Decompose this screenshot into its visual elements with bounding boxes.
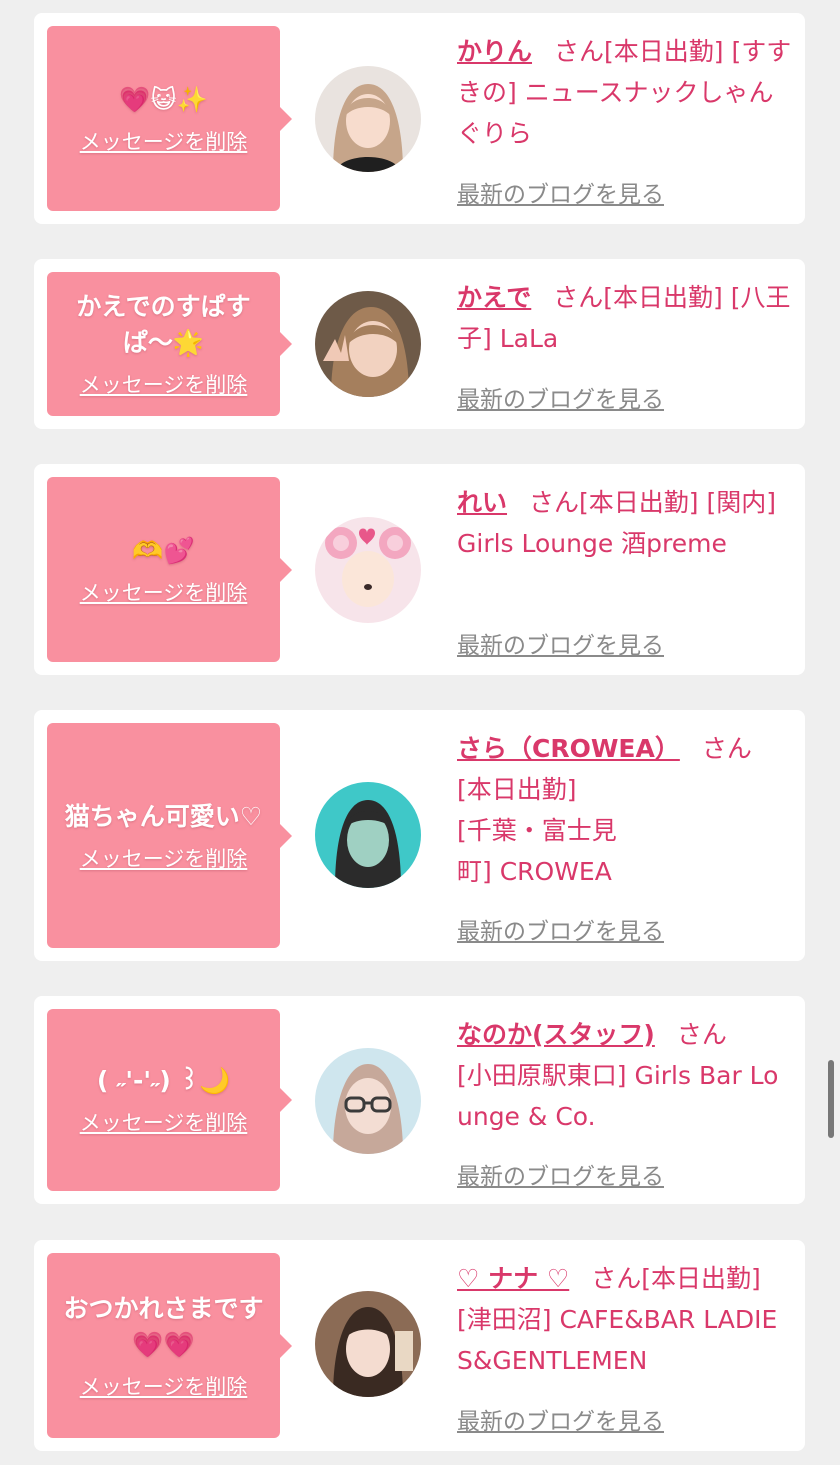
honorific-label: さん xyxy=(701,734,752,763)
message-list: 💗😺✨ メッセージを削除 かりん さん[本日出勤] [すすきの] ニュースナックし… xyxy=(0,0,840,1465)
girl-info: かりん さん[本日出勤] [すすきの] ニュースナックしゃんぐりら xyxy=(457,31,792,154)
delete-message-link[interactable]: メッセージを削除 xyxy=(80,843,248,873)
girl-info: さら（CROWEA） さん [本日出勤] [千葉・富士見町] CROWEA xyxy=(457,728,792,892)
delete-message-link[interactable]: メッセージを削除 xyxy=(80,1107,248,1137)
avatar[interactable] xyxy=(315,1048,421,1154)
girl-name-link[interactable]: れい xyxy=(457,488,507,517)
scrollbar[interactable] xyxy=(828,1060,834,1138)
girl-info: なのか(スタッフ) さん [小田原駅東口] Girls Bar Lounge & … xyxy=(457,1014,792,1137)
blog-link[interactable]: 最新のブログを見る xyxy=(457,626,664,660)
blog-link[interactable]: 最新のブログを見る xyxy=(457,912,664,946)
message-card: かえでのすぱすぱ〜🌟 メッセージを削除 かえで さん[本日出勤] [八王子] La… xyxy=(34,259,805,429)
message-card: 猫ちゃん可愛い♡ メッセージを削除 さら（CROWEA） さん [本日出勤] [千葉… xyxy=(34,710,805,961)
honorific-label: さん xyxy=(591,1264,642,1293)
blog-link[interactable]: 最新のブログを見る xyxy=(457,175,664,209)
message-card: 🫶💕 メッセージを削除 れい さん[本日出勤] [関内] Girls Lounge… xyxy=(34,464,805,675)
girl-info: ♡ ナナ ♡ さん[本日出勤] [津田沼] CAFE&BAR LADIES&GEN… xyxy=(457,1258,792,1381)
avatar[interactable] xyxy=(315,291,421,397)
location-shop-label: [津田沼] CAFE&BAR LADIES&GENTLEMEN xyxy=(457,1305,778,1375)
girl-name-link[interactable]: なのか(スタッフ) xyxy=(457,1020,655,1049)
status-label: [本日出勤] xyxy=(604,37,724,66)
message-bubble: 🫶💕 メッセージを削除 xyxy=(47,477,292,662)
honorific-label: さん xyxy=(554,37,605,66)
girl-name-link[interactable]: ♡ ナナ ♡ xyxy=(457,1264,569,1293)
message-bubble: かえでのすぱすぱ〜🌟 メッセージを削除 xyxy=(47,272,292,416)
delete-message-link[interactable]: メッセージを削除 xyxy=(80,126,248,156)
girl-info: かえで さん[本日出勤] [八王子] LaLa xyxy=(457,277,792,359)
location-shop-label: [小田原駅東口] Girls Bar Lounge & Co. xyxy=(457,1061,779,1131)
message-card: 💗😺✨ メッセージを削除 かりん さん[本日出勤] [すすきの] ニュースナックし… xyxy=(34,13,805,224)
avatar-photo-icon xyxy=(315,1048,421,1154)
message-bubble: おつかれさまです💗💗 メッセージを削除 xyxy=(47,1253,292,1438)
message-text: 猫ちゃん可愛い♡ xyxy=(64,801,263,831)
girl-info: れい さん[本日出勤] [関内] Girls Lounge 酒preme xyxy=(457,482,792,564)
girl-name-link[interactable]: かえで xyxy=(457,283,531,312)
message-bubble: 💗😺✨ メッセージを削除 xyxy=(47,26,292,211)
status-label: [本日出勤] xyxy=(457,775,577,804)
honorific-label: さん xyxy=(529,488,580,517)
blog-link[interactable]: 最新のブログを見る xyxy=(457,380,664,414)
message-text: かえでのすぱすぱ〜🌟 xyxy=(76,292,251,357)
delete-message-link[interactable]: メッセージを削除 xyxy=(80,369,248,399)
honorific-label: さん xyxy=(676,1020,727,1049)
status-label: [本日出勤] xyxy=(579,488,699,517)
delete-message-link[interactable]: メッセージを削除 xyxy=(80,577,248,607)
location-shop-label: [千葉・富士見町] CROWEA xyxy=(457,816,617,886)
message-card: おつかれさまです💗💗 メッセージを削除 ♡ ナナ ♡ さん[本日出勤] [津田沼]… xyxy=(34,1240,805,1451)
avatar-photo-icon xyxy=(315,1291,421,1397)
status-label: [本日出勤] xyxy=(603,283,723,312)
avatar-photo-icon xyxy=(315,782,421,888)
girl-name-link[interactable]: さら（CROWEA） xyxy=(457,734,680,763)
message-text: 💗😺✨ xyxy=(119,84,208,114)
message-text: おつかれさまです💗💗 xyxy=(63,1293,264,1359)
avatar[interactable] xyxy=(315,66,421,172)
avatar-photo-icon xyxy=(315,291,421,397)
avatar-photo-icon xyxy=(315,517,421,623)
girl-name-link[interactable]: かりん xyxy=(457,37,532,66)
message-text: 🫶💕 xyxy=(132,535,195,565)
delete-message-link[interactable]: メッセージを削除 xyxy=(80,1371,248,1401)
message-text: ( ˶'-'˶) ꒱🌙 xyxy=(96,1066,231,1095)
avatar[interactable] xyxy=(315,517,421,623)
message-bubble: 猫ちゃん可愛い♡ メッセージを削除 xyxy=(47,723,292,948)
message-bubble: ( ˶'-'˶) ꒱🌙 メッセージを削除 xyxy=(47,1009,292,1191)
avatar[interactable] xyxy=(315,782,421,888)
avatar[interactable] xyxy=(315,1291,421,1397)
message-card: ( ˶'-'˶) ꒱🌙 メッセージを削除 なのか(スタッフ) さん [小田原駅東口… xyxy=(34,996,805,1204)
status-label: [本日出勤] xyxy=(641,1264,761,1293)
blog-link[interactable]: 最新のブログを見る xyxy=(457,1157,664,1191)
avatar-photo-icon xyxy=(315,66,421,172)
blog-link[interactable]: 最新のブログを見る xyxy=(457,1402,664,1436)
honorific-label: さん xyxy=(553,283,604,312)
